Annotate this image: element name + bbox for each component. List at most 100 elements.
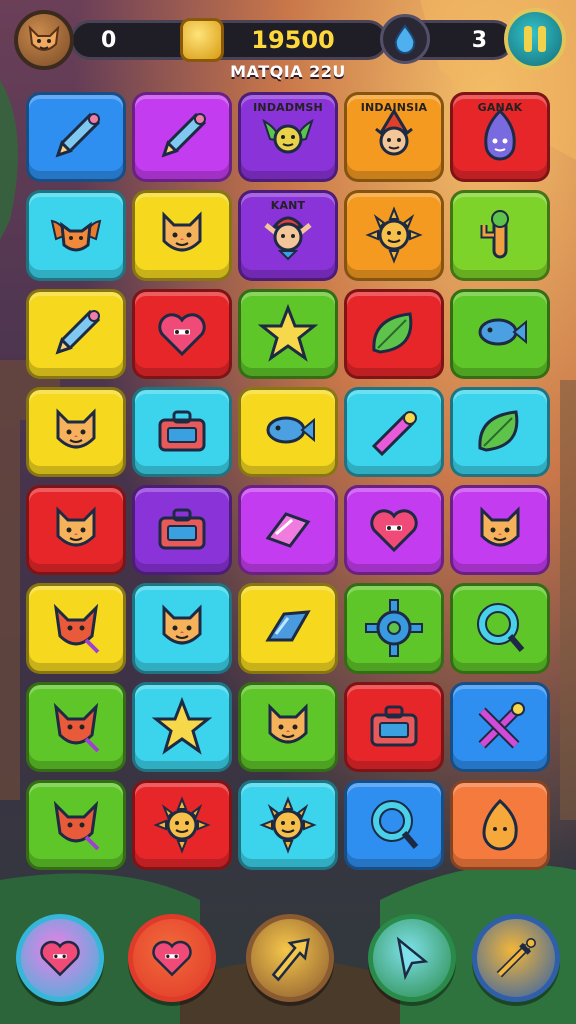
- sun-creature-icon: [259, 796, 317, 854]
- ring-icon: [371, 799, 419, 849]
- board-tile[interactable]: [132, 288, 232, 379]
- powerup-button[interactable]: [246, 914, 334, 1002]
- flame-icon: [482, 798, 518, 851]
- fox-icon: [53, 800, 100, 851]
- toolbox-icon: [158, 410, 206, 452]
- pause-button[interactable]: [504, 8, 566, 70]
- board-tile[interactable]: [450, 386, 550, 477]
- hud-bar: 0 19500 3: [10, 8, 566, 70]
- flame-creature-icon: [484, 109, 516, 161]
- board-tile[interactable]: [26, 779, 126, 870]
- game-board: INDADMSH INDAINSIA GANAK KANT: [26, 92, 556, 870]
- player-avatar[interactable]: [14, 10, 74, 70]
- board-tile[interactable]: [344, 681, 444, 772]
- powerup-button[interactable]: [472, 914, 560, 1002]
- board-tile[interactable]: [344, 583, 444, 674]
- crystal-icon: [265, 610, 311, 642]
- coin-icon: [180, 18, 224, 62]
- board-tile[interactable]: [132, 681, 232, 772]
- board-tile[interactable]: [132, 386, 232, 477]
- fish-icon: [266, 416, 315, 444]
- board-tile[interactable]: [238, 779, 338, 870]
- board-tile[interactable]: [344, 386, 444, 477]
- toolbox-icon: [158, 508, 206, 550]
- board-tile[interactable]: [26, 288, 126, 379]
- board-tile[interactable]: [450, 583, 550, 674]
- powerup-button[interactable]: [128, 914, 216, 1002]
- board-tile[interactable]: [450, 288, 550, 379]
- pencil-icon: [161, 113, 207, 158]
- cat-face-icon: [56, 506, 96, 547]
- board-tile[interactable]: KANT: [238, 190, 338, 281]
- board-tile[interactable]: [450, 681, 550, 772]
- board-tile[interactable]: [344, 288, 444, 379]
- leaf-icon: [372, 311, 413, 354]
- star-icon: [258, 303, 318, 362]
- cat-face-icon: [268, 703, 308, 744]
- board-tile[interactable]: GANAK: [450, 92, 550, 183]
- score-value: 19500: [251, 26, 335, 54]
- powerup-button[interactable]: [16, 914, 104, 1002]
- board-tile[interactable]: INDADMSH: [238, 92, 338, 183]
- cat-face-icon: [480, 506, 520, 547]
- sun-creature-icon: [153, 796, 211, 854]
- fox-icon: [53, 604, 100, 654]
- board-tile[interactable]: [238, 386, 338, 477]
- tile-label: KANT: [270, 199, 306, 213]
- arrow-icon: [271, 938, 310, 982]
- powerup-button[interactable]: [368, 914, 456, 1002]
- tile-label: INDADMSH: [253, 101, 323, 114]
- crossed-tools-icon: [478, 701, 525, 749]
- board-tile[interactable]: [344, 190, 444, 281]
- tile-label: GANAK: [477, 101, 523, 114]
- potion-icon: [371, 410, 417, 456]
- board-tile[interactable]: [26, 386, 126, 477]
- board-tile[interactable]: [26, 190, 126, 281]
- heart-icon: [152, 940, 192, 977]
- fox-avatar-icon: [28, 25, 60, 51]
- sword-icon: [496, 938, 536, 978]
- drops-counter-value: 3: [471, 27, 487, 53]
- cat-face-icon: [162, 604, 202, 645]
- board-tile[interactable]: [132, 190, 232, 281]
- cat-face-icon: [56, 408, 96, 449]
- gear-icon: [365, 599, 423, 658]
- star-icon: [152, 696, 212, 755]
- pencil-icon: [55, 113, 101, 158]
- board-tile[interactable]: [238, 485, 338, 576]
- leaf-icon: [478, 410, 519, 452]
- cursor-icon: [396, 936, 429, 981]
- winged-creature-icon: [262, 118, 314, 154]
- cat-face-icon: [162, 211, 202, 252]
- tile-label: INDAINSIA: [360, 101, 428, 114]
- board-tile[interactable]: [132, 485, 232, 576]
- level-label: MATQIA 22U: [230, 62, 346, 81]
- board-tile[interactable]: [26, 583, 126, 674]
- board-tile[interactable]: [238, 288, 338, 379]
- board-tile[interactable]: [344, 485, 444, 576]
- board-tile[interactable]: [450, 779, 550, 870]
- pause-icon: [524, 26, 532, 52]
- board-tile[interactable]: [344, 779, 444, 870]
- board-tile[interactable]: [132, 92, 232, 183]
- board-tile[interactable]: [238, 583, 338, 674]
- water-drop-icon: [380, 14, 430, 64]
- left-counter-value: 0: [101, 27, 117, 53]
- fish-icon: [478, 318, 527, 346]
- board-tile[interactable]: [238, 681, 338, 772]
- toolbox-icon: [370, 705, 418, 747]
- board-tile[interactable]: [450, 485, 550, 576]
- heart-icon: [40, 940, 80, 977]
- board-tile[interactable]: [450, 190, 550, 281]
- sun-creature-icon: [365, 206, 423, 265]
- board-tile[interactable]: INDAINSIA: [344, 92, 444, 183]
- ring-icon: [477, 603, 525, 653]
- board-tile[interactable]: [132, 779, 232, 870]
- board-tile[interactable]: [26, 92, 126, 183]
- board-tile[interactable]: [26, 681, 126, 772]
- cactus-icon: [480, 210, 509, 259]
- gem-icon: [265, 512, 311, 548]
- board-tile[interactable]: [26, 485, 126, 576]
- heart-icon: [158, 312, 206, 356]
- board-tile[interactable]: [132, 583, 232, 674]
